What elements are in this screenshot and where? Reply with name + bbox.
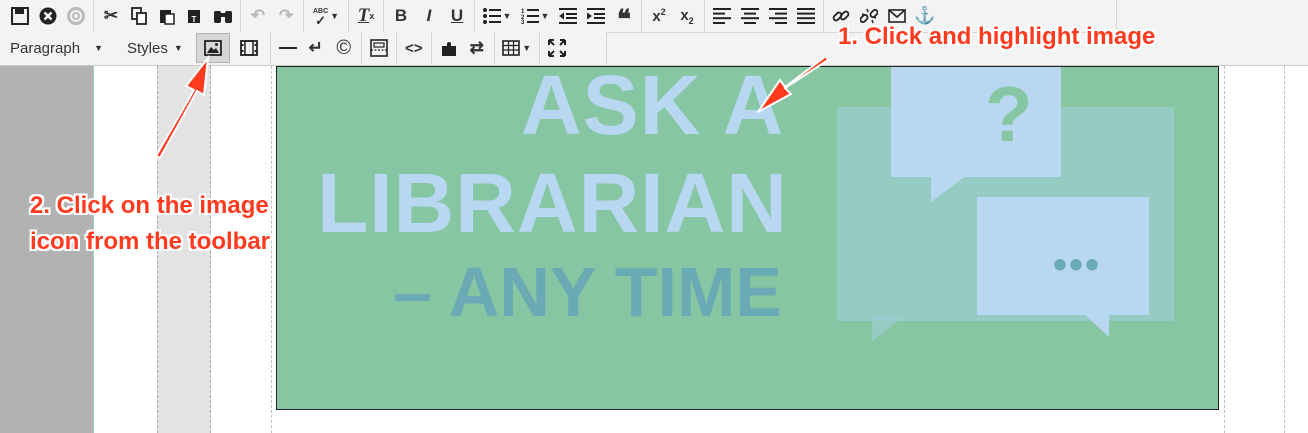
step-2-annotation-line-1: 2. Click on the image [30,192,269,219]
step-1-annotation: 1. Click and highlight image [838,23,1156,50]
arrow-to-image [757,54,830,113]
arrow-to-image-icon [154,54,210,160]
step-2-annotation-line-2: icon from the toolbar [30,228,270,255]
